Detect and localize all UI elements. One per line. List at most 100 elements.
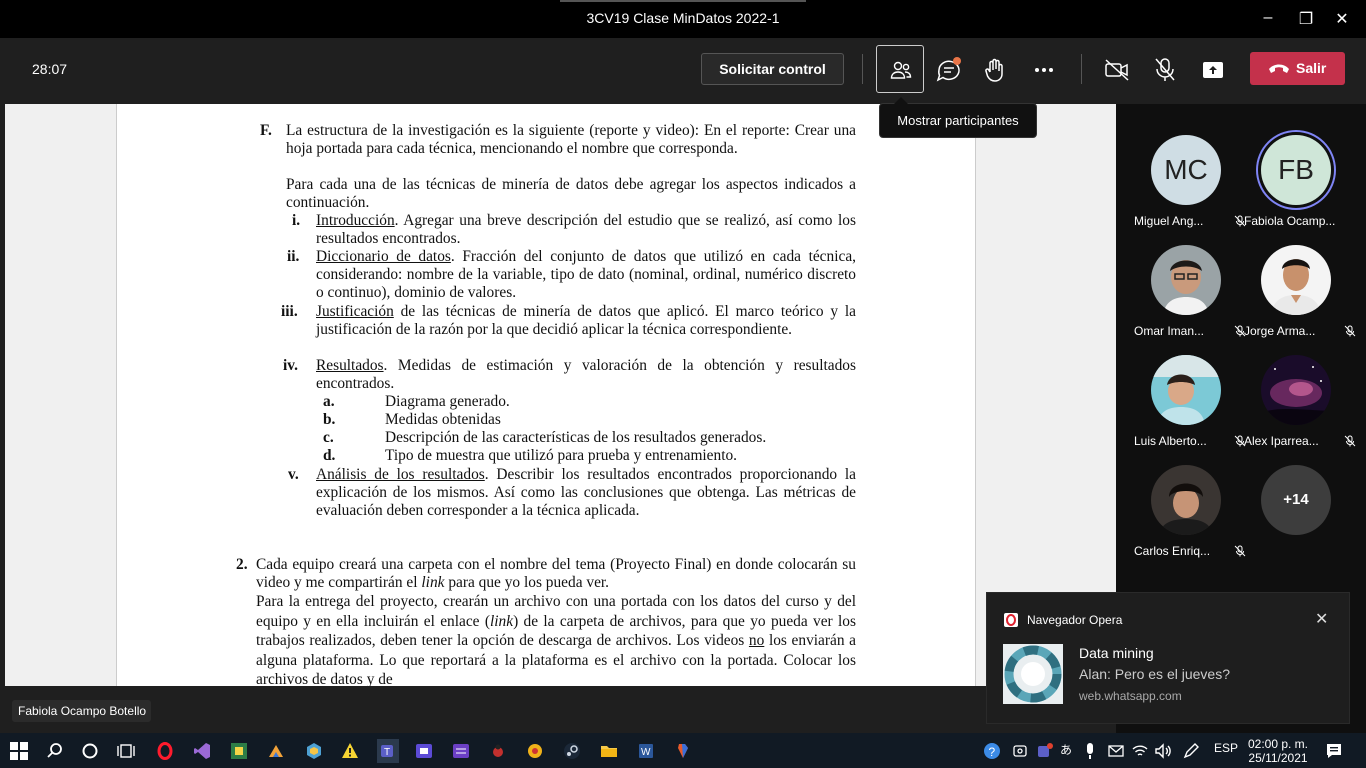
participant-tile[interactable]: Jorge Arma... bbox=[1241, 245, 1356, 355]
shared-document: F. La estructura de la investigación es … bbox=[5, 104, 1116, 686]
notification-source: web.whatsapp.com bbox=[1079, 689, 1182, 703]
notification-close-button[interactable]: ✕ bbox=[1315, 609, 1328, 629]
subitem-number: a. bbox=[323, 393, 335, 410]
taskbar-app-active[interactable]: T bbox=[377, 739, 399, 763]
start-button[interactable] bbox=[9, 741, 29, 761]
reactions-button[interactable] bbox=[981, 56, 1011, 84]
svg-text:W: W bbox=[641, 747, 651, 758]
taskbar-app[interactable] bbox=[304, 741, 324, 761]
participant-tile[interactable]: Omar Iman... bbox=[1131, 245, 1246, 355]
tray-icon[interactable] bbox=[1080, 741, 1100, 761]
title-underline bbox=[560, 0, 806, 2]
participant-tile[interactable]: Alex Iparrea... bbox=[1241, 355, 1356, 465]
item-number: ii. bbox=[287, 248, 300, 265]
taskbar-app[interactable] bbox=[414, 741, 434, 761]
participant-name: Miguel Ang... bbox=[1134, 214, 1204, 228]
notification-app: Navegador Opera bbox=[1027, 613, 1123, 627]
emphasis-word: no bbox=[748, 632, 765, 650]
item-number: iv. bbox=[283, 357, 298, 374]
tray-icon[interactable] bbox=[1106, 741, 1126, 761]
taskbar-app[interactable] bbox=[340, 741, 360, 761]
item-text: . Medidas de estimación y valoración de … bbox=[316, 357, 856, 393]
opera-icon bbox=[1004, 613, 1018, 627]
action-center-button[interactable] bbox=[1324, 741, 1344, 761]
participants-tooltip: Mostrar participantes bbox=[879, 97, 1037, 138]
subitem-text: Descripción de las características de lo… bbox=[385, 429, 767, 446]
cortana-icon bbox=[82, 743, 98, 759]
paragraph-text: para que yo los pueda ver. bbox=[444, 574, 610, 592]
hang-up-icon bbox=[1269, 64, 1289, 73]
leave-button[interactable]: Salir bbox=[1250, 52, 1345, 85]
taskbar-app[interactable] bbox=[229, 741, 249, 761]
taskbar-app[interactable] bbox=[451, 741, 471, 761]
camera-button[interactable] bbox=[1102, 56, 1132, 84]
participants-button[interactable] bbox=[876, 45, 924, 93]
cortana-button[interactable] bbox=[80, 741, 100, 761]
clock-date: 25/11/2021 bbox=[1248, 751, 1308, 765]
data-mining-diagram-icon bbox=[1004, 645, 1062, 703]
item-number: i. bbox=[292, 212, 301, 229]
taskbar-app[interactable] bbox=[155, 741, 175, 761]
item-text: . Agregar una breve descripción del estu… bbox=[316, 212, 856, 248]
item-title: Análisis de los resultados bbox=[316, 466, 485, 483]
participant-tile[interactable]: Carlos Enriq... bbox=[1131, 465, 1246, 575]
taskbar-app[interactable] bbox=[599, 741, 619, 761]
taskbar-app[interactable] bbox=[266, 741, 286, 761]
nebula-picture-icon bbox=[1261, 355, 1331, 425]
subitem-number: d. bbox=[323, 447, 336, 464]
close-window-button[interactable]: ✕ bbox=[1332, 9, 1352, 29]
paragraph: Cada equipo creará una carpeta con el no… bbox=[256, 556, 856, 592]
taskbar-app[interactable] bbox=[488, 741, 508, 761]
minimize-button[interactable]: – bbox=[1258, 9, 1278, 27]
request-control-button[interactable]: Solicitar control bbox=[701, 53, 844, 85]
item-text: de las técnicas de minería de datos que … bbox=[316, 303, 856, 339]
participant-tile[interactable]: FB Fabiola Ocamp... bbox=[1241, 135, 1351, 245]
divider bbox=[1081, 54, 1082, 84]
word-icon: W bbox=[639, 744, 653, 758]
more-actions-button[interactable] bbox=[1029, 56, 1059, 84]
share-icon bbox=[1203, 62, 1223, 78]
participant-tile[interactable]: MC Miguel Ang... bbox=[1131, 135, 1246, 245]
taskbar-app[interactable] bbox=[673, 741, 693, 761]
window-title: 3CV19 Clase MinDatos 2022-1 bbox=[586, 10, 780, 26]
camera-off-icon bbox=[1105, 59, 1129, 81]
restore-button[interactable]: ❐ bbox=[1296, 9, 1316, 29]
avatar bbox=[1151, 465, 1221, 535]
tray-icon[interactable]: あ bbox=[1060, 741, 1072, 758]
help-tray-icon[interactable]: ? bbox=[982, 741, 1002, 761]
section-paragraph: La estructura de la investigación es la … bbox=[286, 122, 856, 158]
opera-icon bbox=[157, 742, 173, 760]
mic-off-icon bbox=[1344, 325, 1356, 337]
language-indicator[interactable]: ESP bbox=[1214, 741, 1238, 755]
share-screen-button[interactable] bbox=[1198, 56, 1228, 84]
tray-icon[interactable] bbox=[1010, 741, 1030, 761]
participant-tile[interactable]: Luis Alberto... bbox=[1131, 355, 1246, 465]
list-item: Resultados. Medidas de estimación y valo… bbox=[316, 357, 856, 393]
mic-off-icon bbox=[1344, 435, 1356, 447]
pen-tray-icon[interactable] bbox=[1181, 741, 1201, 761]
participant-name: Omar Iman... bbox=[1134, 324, 1205, 338]
taskbar-app[interactable] bbox=[525, 741, 545, 761]
list-item: Diccionario de datos. Fracción del conju… bbox=[316, 248, 856, 303]
notification-toast[interactable]: Navegador Opera ✕ Data mining Alan: Pero… bbox=[986, 592, 1350, 724]
item-title: Justificación bbox=[316, 303, 394, 320]
task-view-button[interactable] bbox=[116, 741, 136, 761]
mail-icon bbox=[1108, 745, 1124, 757]
volume-tray-icon[interactable] bbox=[1153, 741, 1173, 761]
participant-name: Jorge Arma... bbox=[1244, 324, 1316, 338]
profile-photo-icon bbox=[1151, 355, 1221, 425]
taskbar-app[interactable] bbox=[562, 741, 582, 761]
mic-button[interactable] bbox=[1150, 56, 1180, 84]
people-icon bbox=[890, 61, 912, 79]
taskbar-clock[interactable]: 02:00 p. m. 25/11/2021 bbox=[1242, 737, 1314, 765]
taskbar-app[interactable] bbox=[192, 741, 212, 761]
search-button[interactable] bbox=[45, 741, 65, 761]
leave-label: Salir bbox=[1296, 60, 1327, 76]
meeting-toolbar: 28:07 Solicitar control Salir bbox=[0, 38, 1366, 104]
wifi-tray-icon[interactable] bbox=[1130, 741, 1150, 761]
avatar-speaking: FB bbox=[1261, 135, 1331, 205]
more-participants-tile[interactable]: +14 bbox=[1241, 465, 1351, 575]
taskbar-app[interactable]: W bbox=[636, 741, 656, 761]
more-icon bbox=[1035, 68, 1053, 72]
tray-icon[interactable] bbox=[1034, 741, 1054, 761]
